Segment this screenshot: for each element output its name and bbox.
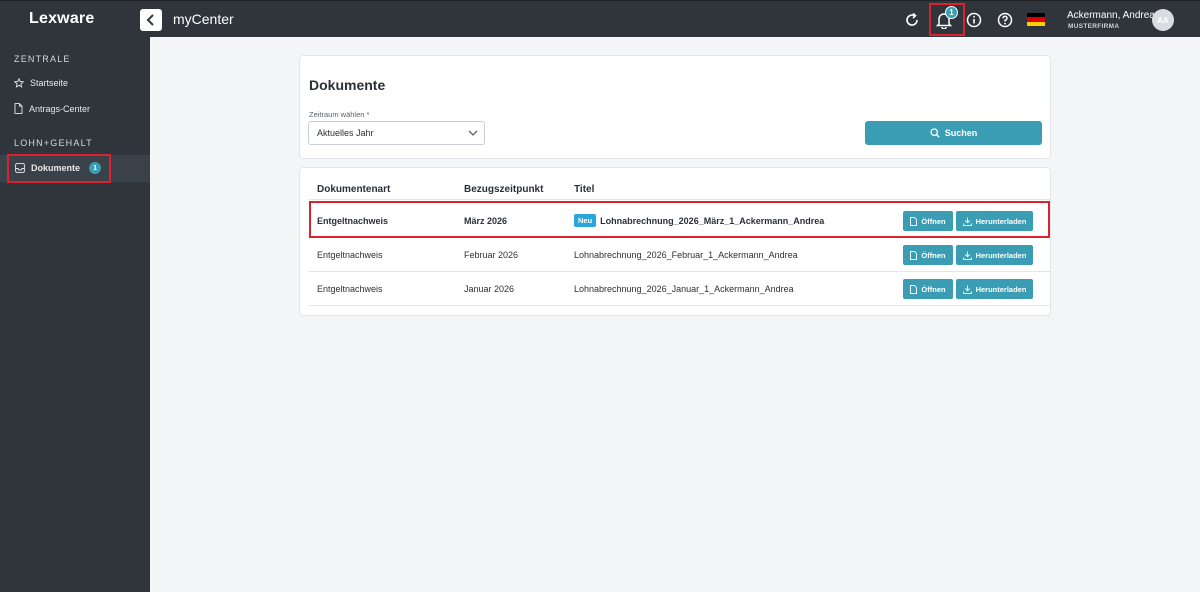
search-button-label: Suchen [944, 128, 978, 138]
help-icon [997, 12, 1013, 28]
search-icon [930, 128, 940, 138]
download-button-label: Herunterladen [975, 284, 1027, 294]
row-highlight [309, 201, 1050, 238]
column-header-date: Bezugszeitpunkt [464, 184, 544, 195]
german-flag-icon[interactable] [1027, 13, 1045, 26]
refresh-icon [906, 12, 918, 26]
chevron-down-icon [468, 130, 478, 136]
documents-table-card: Dokumentenart Bezugszeitpunkt Titel Entg… [299, 167, 1051, 316]
info-button[interactable] [963, 9, 985, 31]
column-header-type: Dokumentenart [317, 184, 391, 195]
download-button[interactable]: Herunterladen [956, 279, 1033, 299]
period-label: Zeitraum wählen * [309, 110, 369, 119]
open-button[interactable]: Öffnen [903, 245, 953, 265]
document-icon [14, 103, 23, 114]
cell-date: Februar 2026 [464, 250, 519, 260]
lexware-logo[interactable]: Lexware [29, 10, 94, 28]
cell-title: Lohnabrechnung_2026_Februar_1_Ackermann_… [574, 250, 798, 260]
top-bar: Lexware myCenter 1 Ackermann, Andrea MUS… [0, 0, 1200, 37]
download-button-label: Herunterladen [975, 250, 1027, 260]
required-mark: * [366, 110, 370, 119]
period-label-text: Zeitraum wählen [309, 110, 365, 119]
download-icon [962, 285, 972, 294]
search-button[interactable]: Suchen [865, 121, 1042, 145]
cell-type: Entgeltnachweis [317, 284, 383, 294]
open-button[interactable]: Öffnen [903, 279, 953, 299]
download-button[interactable]: Herunterladen [956, 245, 1033, 265]
table-header: Dokumentenart Bezugszeitpunkt Titel [308, 168, 1050, 200]
sidebar-item-label: Startseite [30, 78, 69, 88]
page-title: Dokumente [309, 77, 386, 93]
cell-date: Januar 2026 [464, 284, 515, 294]
filter-card: Dokumente Zeitraum wählen * Aktuelles Ja… [299, 55, 1051, 159]
back-button[interactable] [140, 9, 162, 31]
document-icon [910, 284, 918, 294]
notification-highlight [929, 3, 965, 36]
sidebar-item-antrags-center[interactable]: Antrags-Center [14, 103, 90, 114]
refresh-button[interactable] [901, 9, 923, 31]
user-name[interactable]: Ackermann, Andrea [1067, 10, 1155, 21]
open-button-label: Öffnen [921, 284, 946, 294]
section-title-zentrale: ZENTRALE [14, 54, 71, 64]
dokumente-highlight [7, 154, 111, 183]
section-title-lohn-gehalt: LOHN+GEHALT [14, 138, 93, 148]
sidebar-item-label: Antrags-Center [29, 103, 91, 114]
back-icon [146, 14, 154, 26]
period-select[interactable]: Aktuelles Jahr [308, 121, 485, 145]
star-icon [14, 78, 24, 88]
sidebar: ZENTRALE Startseite Antrags-Center LOHN+… [0, 37, 150, 592]
cell-title: Lohnabrechnung_2026_Januar_1_Ackermann_A… [574, 284, 794, 294]
avatar[interactable]: AA [1152, 9, 1174, 31]
info-icon [966, 12, 982, 28]
document-icon [910, 250, 918, 260]
column-header-title: Titel [574, 184, 595, 195]
help-button[interactable] [994, 9, 1016, 31]
table-row[interactable]: Entgeltnachweis Februar 2026 Lohnabrechn… [308, 238, 1050, 272]
cell-type: Entgeltnachweis [317, 250, 383, 260]
app-title: myCenter [173, 11, 234, 27]
table-row[interactable]: Entgeltnachweis Januar 2026 Lohnabrechnu… [308, 272, 1050, 306]
open-button-label: Öffnen [921, 250, 946, 260]
download-icon [962, 251, 972, 260]
user-company: MUSTERFIRMA [1068, 23, 1120, 30]
period-select-value: Aktuelles Jahr [317, 128, 374, 138]
sidebar-item-startseite[interactable]: Startseite [14, 78, 68, 88]
